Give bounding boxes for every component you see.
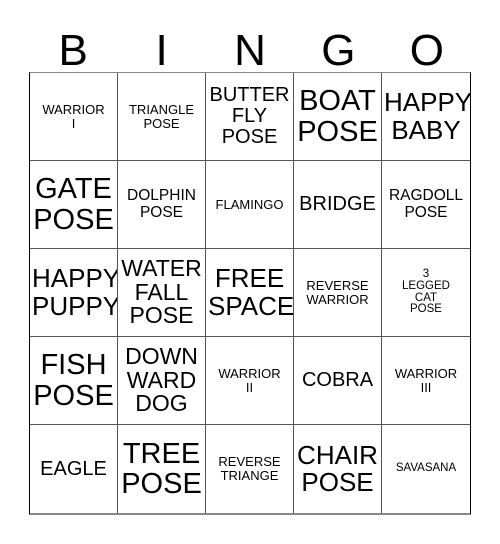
header-letter-text: B <box>58 25 88 75</box>
bingo-cell[interactable]: 3 LEGGED CAT POSE <box>382 249 470 337</box>
header-letter-n: N <box>206 14 294 72</box>
bingo-cell[interactable]: GATE POSE <box>30 161 118 249</box>
bingo-cell[interactable]: DOLPHIN POSE <box>118 161 206 249</box>
header-letter-text: N <box>234 25 266 75</box>
bingo-cell[interactable]: REVERSE TRIANGE <box>206 425 294 513</box>
bingo-cell[interactable]: REVERSE WARRIOR <box>294 249 382 337</box>
bingo-grid: WARRIOR I TRIANGLE POSE BUTTER FLY POSE … <box>29 72 471 515</box>
bingo-cell-label: WARRIOR III <box>394 365 458 395</box>
bingo-cell[interactable]: TREE POSE <box>118 425 206 513</box>
bingo-cell[interactable]: TRIANGLE POSE <box>118 73 206 161</box>
header-letter-text: G <box>321 25 356 75</box>
bingo-cell-label: DOWN WARD DOG <box>125 342 198 417</box>
bingo-cell-label: FLAMINGO <box>215 196 284 212</box>
bingo-cell-label: WATER FALL POSE <box>121 254 202 329</box>
header-letter-text: O <box>409 25 444 75</box>
bingo-cell-label: REVERSE WARRIOR <box>306 277 369 307</box>
bingo-cell-label: WARRIOR I <box>42 101 105 131</box>
bingo-cell-label: TRIANGLE POSE <box>128 101 194 131</box>
bingo-cell-label: REVERSE TRIANGE <box>218 454 281 483</box>
header-letter-g: G <box>294 14 382 72</box>
bingo-cell[interactable]: RAGDOLL POSE <box>382 161 470 249</box>
bingo-cell-label: CHAIR POSE <box>297 439 378 497</box>
bingo-cell-label: HAPPY PUPPY <box>32 263 118 321</box>
bingo-cell[interactable]: CHAIR POSE <box>294 425 382 513</box>
bingo-cell[interactable]: BRIDGE <box>294 161 382 249</box>
bingo-cell-label: BUTTER FLY POSE <box>209 84 290 148</box>
bingo-cell[interactable]: HAPPY PUPPY <box>30 249 118 337</box>
bingo-cell-label: TREE POSE <box>121 437 202 500</box>
bingo-cell-label: 3 LEGGED CAT POSE <box>402 267 450 316</box>
bingo-cell[interactable]: WARRIOR II <box>206 337 294 425</box>
bingo-cell-label: RAGDOLL POSE <box>388 187 464 221</box>
bingo-cell-label: COBRA <box>301 369 374 392</box>
bingo-cell-label: EAGLE <box>40 457 107 480</box>
bingo-cell-label: DOLPHIN POSE <box>127 187 196 221</box>
bingo-cell[interactable]: FLAMINGO <box>206 161 294 249</box>
bingo-cell-label: FREE SPACE <box>208 263 294 321</box>
bingo-cell[interactable]: FISH POSE <box>30 337 118 425</box>
bingo-cell-label: WARRIOR II <box>218 365 281 395</box>
bingo-cell-free-space[interactable]: FREE SPACE <box>206 249 294 337</box>
bingo-cell-label: BRIDGE <box>299 193 376 216</box>
bingo-cell-label: SAVASANA <box>395 462 457 475</box>
bingo-cell-label: GATE POSE <box>33 173 114 236</box>
header-letter-i: I <box>117 14 205 72</box>
bingo-cell-label: HAPPY BABY <box>384 87 470 145</box>
bingo-cell-label: FISH POSE <box>33 349 114 412</box>
header-letter-b: B <box>29 14 117 72</box>
bingo-cell[interactable]: COBRA <box>294 337 382 425</box>
bingo-cell[interactable]: BOAT POSE <box>294 73 382 161</box>
bingo-cell[interactable]: BUTTER FLY POSE <box>206 73 294 161</box>
bingo-card: B I N G O WARRIOR I TRIANGLE POSE BUTTER… <box>0 0 500 544</box>
bingo-cell[interactable]: WARRIOR III <box>382 337 470 425</box>
bingo-cell-label: BOAT POSE <box>297 85 378 148</box>
header-letter-text: I <box>155 25 168 75</box>
bingo-cell[interactable]: SAVASANA <box>382 425 470 513</box>
bingo-cell[interactable]: DOWN WARD DOG <box>118 337 206 425</box>
bingo-header: B I N G O <box>29 14 471 72</box>
header-letter-o: O <box>383 14 471 72</box>
bingo-cell[interactable]: HAPPY BABY <box>382 73 470 161</box>
bingo-cell[interactable]: EAGLE <box>30 425 118 513</box>
bingo-cell[interactable]: WATER FALL POSE <box>118 249 206 337</box>
bingo-cell[interactable]: WARRIOR I <box>30 73 118 161</box>
